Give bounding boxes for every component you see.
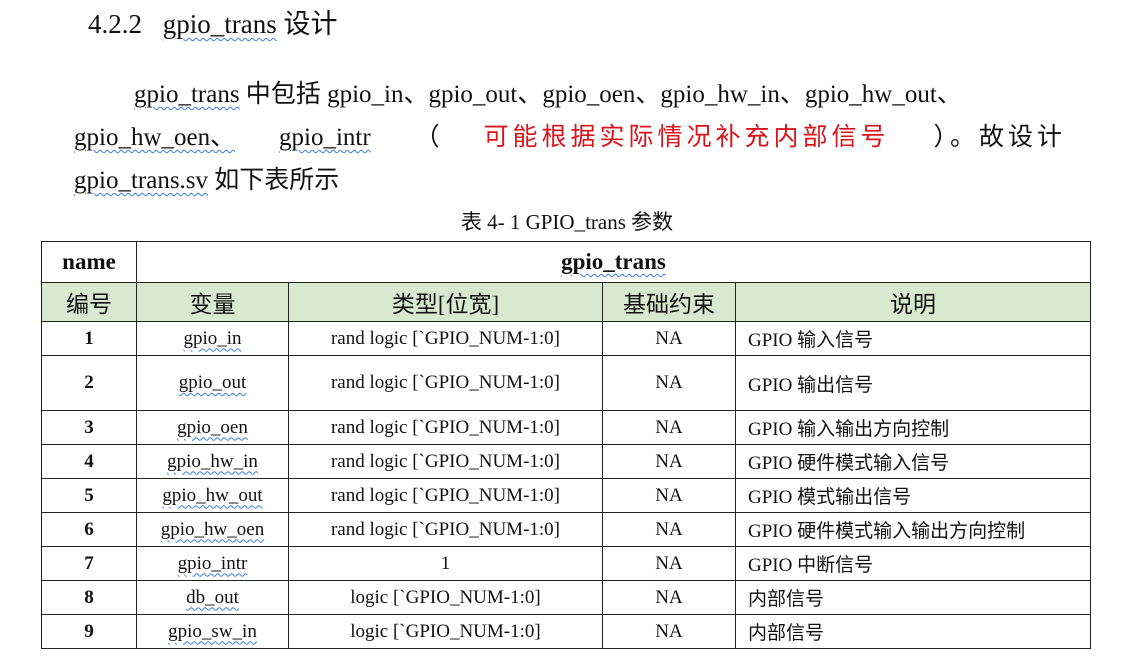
row-constraint: NA bbox=[602, 546, 736, 581]
table-title-text: gpio_trans bbox=[561, 249, 666, 274]
row-constraint: NA bbox=[602, 478, 736, 513]
para-l3-b: 如下表所示 bbox=[208, 167, 340, 194]
section-number: 4.2.2 bbox=[88, 9, 142, 39]
row-variable: gpio_hw_oen bbox=[160, 518, 265, 540]
table-row: 3 gpio_oen rand logic [`GPIO_NUM-1:0] NA GPI… bbox=[41, 410, 1091, 445]
row-variable-cell: gpio_hw_in bbox=[136, 444, 289, 479]
row-variable-cell: gpio_out bbox=[136, 355, 289, 411]
para-l1-b: 中包括 bbox=[239, 81, 328, 108]
section-title-suffix: 设计 bbox=[283, 9, 338, 39]
row-index: 8 bbox=[41, 580, 137, 615]
row-variable-cell: gpio_hw_oen bbox=[136, 512, 289, 547]
row-variable-cell: gpio_oen bbox=[136, 410, 289, 445]
paragraph-line-2: gpio_hw_oen、 gpio_intr （ 可能根据实际情况补充内部信号 … bbox=[74, 116, 1066, 160]
row-variable: gpio_sw_in bbox=[168, 620, 257, 642]
row-description: 内部信号 bbox=[735, 580, 1091, 615]
paragraph-line-1: gpio_trans 中包括 gpio_in、gpio_out、gpio_oen… bbox=[134, 73, 1126, 117]
row-index: 9 bbox=[41, 614, 137, 649]
row-description: GPIO 输入输出方向控制 bbox=[735, 410, 1091, 445]
col-header-index: 编号 bbox=[41, 282, 137, 322]
row-constraint: NA bbox=[602, 355, 736, 411]
col-header-description: 说明 bbox=[735, 282, 1091, 322]
row-variable: gpio_in bbox=[183, 327, 242, 349]
row-type: logic [`GPIO_NUM-1:0] bbox=[288, 580, 603, 615]
table-row: 8 db_out logic [`GPIO_NUM-1:0] NA 内部信号 bbox=[41, 580, 1091, 615]
name-header: name bbox=[41, 241, 137, 283]
row-variable: gpio_hw_in bbox=[167, 450, 258, 472]
gpio-trans-table: name gpio_trans 编号 变量 类型[位宽] 基础约束 说明 1 gp… bbox=[41, 241, 1091, 649]
row-description: GPIO 硬件模式输入输出方向控制 bbox=[735, 512, 1091, 547]
row-type: rand logic [`GPIO_NUM-1:0] bbox=[288, 512, 603, 547]
table-row: 9 gpio_sw_in logic [`GPIO_NUM-1:0] NA 内部信号 bbox=[41, 614, 1091, 649]
row-type: rand logic [`GPIO_NUM-1:0] bbox=[288, 321, 603, 356]
row-variable-cell: db_out bbox=[136, 580, 289, 615]
row-variable: db_out bbox=[186, 586, 239, 608]
section-title-name: gpio_trans bbox=[162, 9, 277, 39]
row-constraint: NA bbox=[602, 512, 736, 547]
row-description: 内部信号 bbox=[735, 614, 1091, 649]
row-index: 3 bbox=[41, 410, 137, 445]
row-description: GPIO 硬件模式输入信号 bbox=[735, 444, 1091, 479]
row-constraint: NA bbox=[602, 410, 736, 445]
row-constraint: NA bbox=[602, 580, 736, 615]
row-variable-cell: gpio_in bbox=[136, 321, 289, 356]
row-index: 1 bbox=[41, 321, 137, 356]
table-row: 1 gpio_in rand logic [`GPIO_NUM-1:0] NA GPIO… bbox=[41, 321, 1091, 356]
row-variable-cell: gpio_intr bbox=[136, 546, 289, 581]
para-l2-red: 可能根据实际情况补充内部信号 bbox=[483, 124, 890, 151]
table-row: 2 gpio_out rand logic [`GPIO_NUM-1:0] NA GPI… bbox=[41, 355, 1091, 411]
section-heading: 4.2.2 gpio_trans 设计 bbox=[88, 2, 338, 41]
row-variable-cell: gpio_sw_in bbox=[136, 614, 289, 649]
table-row: 5 gpio_hw_out rand logic [`GPIO_NUM-1:0] NA… bbox=[41, 478, 1091, 513]
row-index: 4 bbox=[41, 444, 137, 479]
row-variable: gpio_hw_out bbox=[162, 484, 263, 506]
table-row: 6 gpio_hw_oen rand logic [`GPIO_NUM-1:0] NA… bbox=[41, 512, 1091, 547]
row-description: GPIO 输出信号 bbox=[735, 355, 1091, 411]
para-l1-c: gpio_in、gpio_out、gpio_oen、gpio_hw_in、gpi… bbox=[327, 81, 962, 108]
para-l2-c: （ bbox=[414, 124, 440, 151]
para-l2-d: ）。故设计 bbox=[933, 124, 1066, 151]
row-description: GPIO 输入信号 bbox=[735, 321, 1091, 356]
table-caption: 表 4- 1 GPIO_trans 参数 bbox=[460, 210, 674, 234]
row-constraint: NA bbox=[602, 614, 736, 649]
row-type: logic [`GPIO_NUM-1:0] bbox=[288, 614, 603, 649]
para-l2-a: gpio_hw_oen、 bbox=[74, 124, 236, 151]
row-type: rand logic [`GPIO_NUM-1:0] bbox=[288, 444, 603, 479]
para-l3-a: gpio_trans.sv bbox=[74, 167, 209, 194]
row-index: 7 bbox=[41, 546, 137, 581]
paragraph-line-3: gpio_trans.sv 如下表所示 bbox=[74, 159, 1066, 203]
row-type: rand logic [`GPIO_NUM-1:0] bbox=[288, 410, 603, 445]
col-header-type: 类型[位宽] bbox=[288, 282, 603, 322]
para-l2-b: gpio_intr bbox=[279, 124, 371, 151]
row-index: 2 bbox=[41, 355, 137, 411]
row-description: GPIO 中断信号 bbox=[735, 546, 1091, 581]
row-variable: gpio_oen bbox=[177, 416, 248, 438]
row-index: 6 bbox=[41, 512, 137, 547]
row-index: 5 bbox=[41, 478, 137, 513]
row-variable: gpio_intr bbox=[177, 552, 248, 574]
row-type: 1 bbox=[288, 546, 603, 581]
para-l1-a: gpio_trans bbox=[134, 81, 240, 108]
row-description: GPIO 模式输出信号 bbox=[735, 478, 1091, 513]
row-type: rand logic [`GPIO_NUM-1:0] bbox=[288, 355, 603, 411]
row-constraint: NA bbox=[602, 321, 736, 356]
row-variable: gpio_out bbox=[178, 372, 247, 393]
col-header-variable: 变量 bbox=[136, 282, 289, 322]
table-title-header: gpio_trans bbox=[136, 241, 1091, 283]
table-row: 4 gpio_hw_in rand logic [`GPIO_NUM-1:0] NA G… bbox=[41, 444, 1091, 479]
col-header-constraint: 基础约束 bbox=[602, 282, 736, 322]
table-row: 7 gpio_intr 1 NA GPIO 中断信号 bbox=[41, 546, 1091, 581]
row-type: rand logic [`GPIO_NUM-1:0] bbox=[288, 478, 603, 513]
row-constraint: NA bbox=[602, 444, 736, 479]
column-header-row: 编号 变量 类型[位宽] 基础约束 说明 bbox=[41, 282, 1091, 322]
row-variable-cell: gpio_hw_out bbox=[136, 478, 289, 513]
